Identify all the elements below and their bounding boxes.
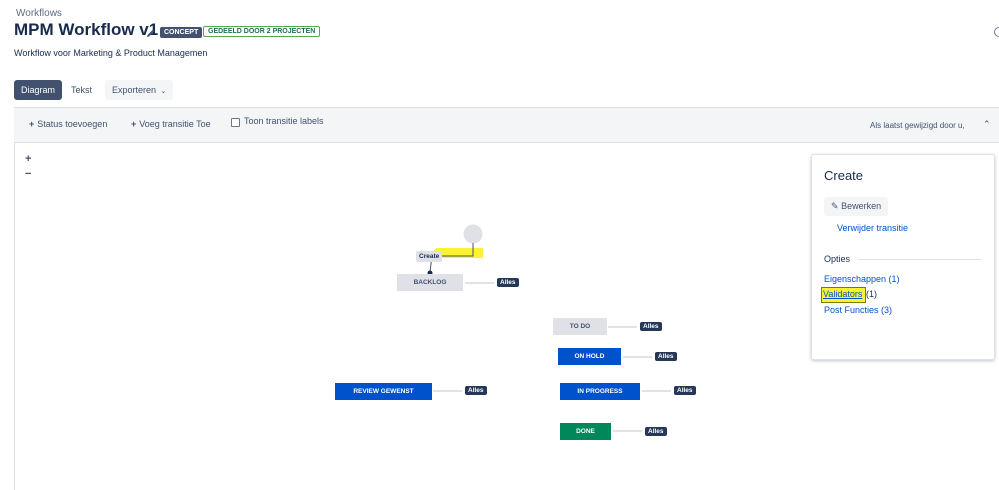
validators-count: (1) (866, 289, 877, 299)
status-done[interactable]: DONE (560, 423, 611, 440)
status-todo[interactable]: TO DO (553, 318, 607, 335)
all-transition-badge[interactable]: Alles (465, 386, 487, 395)
post-functions-link[interactable]: Post Functies (3) (824, 305, 892, 315)
status-in-progress[interactable]: IN PROGRESS (560, 383, 640, 400)
validators-link[interactable]: Validators (823, 289, 862, 299)
all-transition-badge[interactable]: Alles (497, 278, 519, 287)
all-transition-badge[interactable]: Alles (640, 322, 662, 331)
all-transition-badge[interactable]: Alles (645, 427, 667, 436)
initial-node[interactable] (463, 224, 483, 244)
status-backlog[interactable]: BACKLOG (397, 274, 463, 291)
panel-title: Create (824, 168, 864, 183)
divider (858, 259, 981, 260)
pencil-icon: ✎ (831, 201, 839, 211)
edit-button[interactable]: ✎ Bewerken (824, 197, 889, 216)
properties-link[interactable]: Eigenschappen (1) (824, 274, 900, 284)
all-transition-badge[interactable]: Alles (655, 352, 677, 361)
status-on-hold[interactable]: ON HOLD (558, 348, 621, 365)
options-heading: Opties (824, 254, 851, 264)
remove-transition-link[interactable]: Verwijder transitie (837, 223, 908, 233)
edit-button-label: Bewerken (841, 201, 882, 211)
all-transition-badge[interactable]: Alles (674, 386, 696, 395)
status-review-gewenst[interactable]: REVIEW GEWENST (335, 383, 432, 400)
create-transition-label[interactable]: Create (416, 251, 443, 262)
